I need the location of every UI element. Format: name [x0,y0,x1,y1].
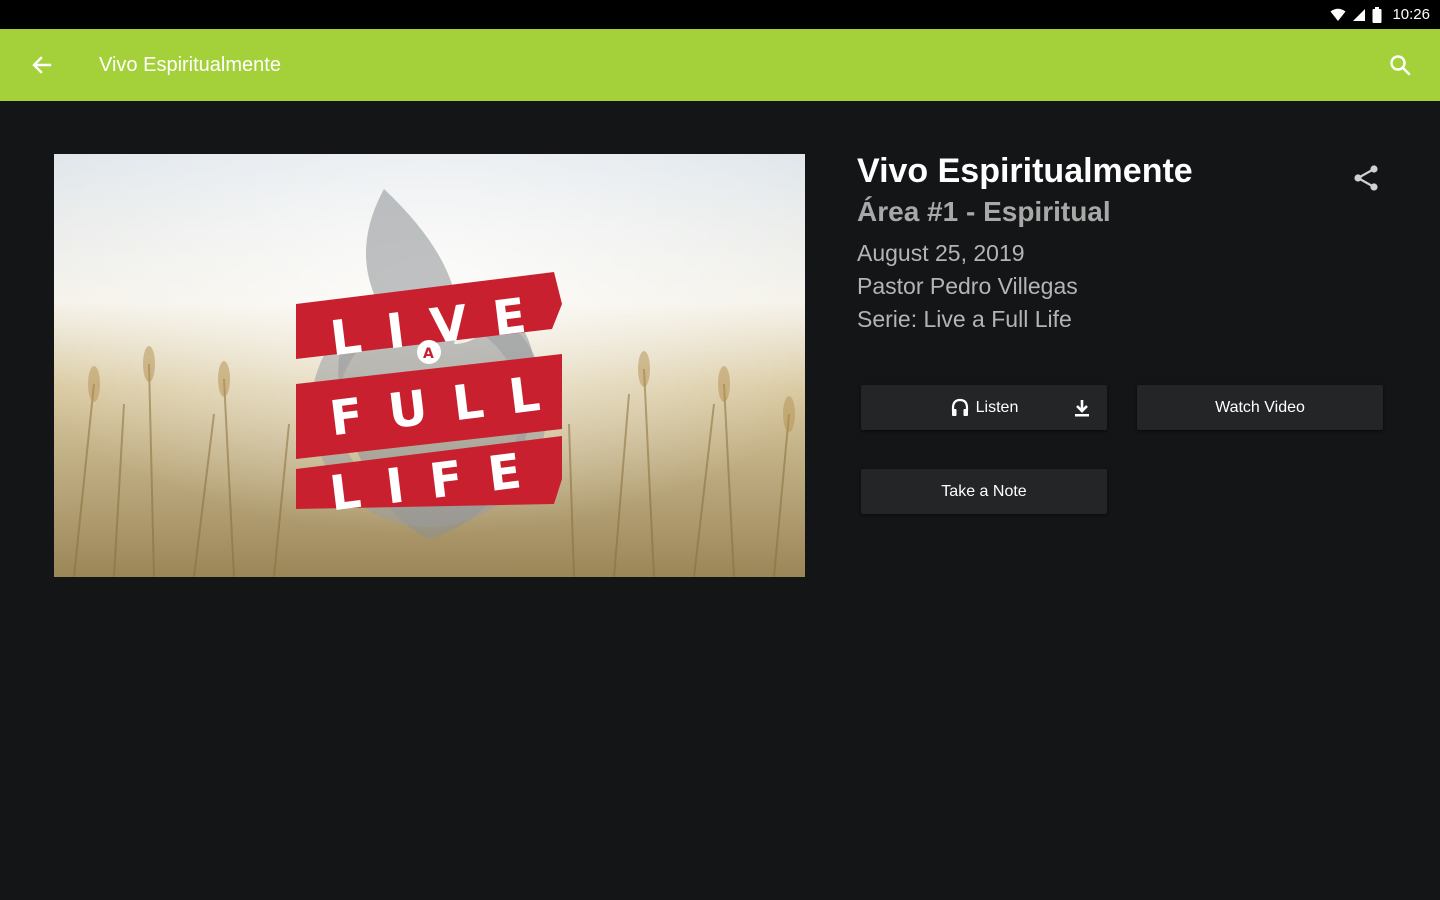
search-button[interactable] [1380,45,1420,85]
share-icon [1354,165,1378,191]
sermon-artwork: LIVE FULL LIFE A [54,154,805,577]
badge: A [417,340,441,364]
artwork-graphic: LIVE FULL LIFE A [54,154,805,577]
listen-label: Listen [975,398,1019,416]
sermon-title: Vivo Espiritualmente [857,152,1193,190]
back-button[interactable] [22,45,62,85]
sermon-series: Serie: Live a Full Life [857,306,1072,332]
watch-video-button[interactable]: Watch Video [1137,385,1383,430]
app-bar-title: Vivo Espiritualmente [99,54,281,76]
app-bar: Vivo Espiritualmente [0,29,1440,101]
share-button[interactable] [1345,157,1387,199]
wifi-icon [1330,8,1346,21]
arrow-back-icon [32,56,52,74]
sermon-subtitle: Área #1 - Espiritual [857,196,1111,227]
take-note-label: Take a Note [941,482,1027,500]
cell-signal-icon [1353,8,1366,21]
take-note-button[interactable]: Take a Note [861,469,1107,514]
listen-button[interactable]: Listen [861,385,1107,430]
search-icon [1390,55,1411,76]
sermon-info: Vivo Espiritualmente Área #1 - Espiritua… [857,151,1337,336]
status-time: 10:26 [1392,6,1430,23]
battery-icon [1372,6,1382,23]
watch-video-label: Watch Video [1215,398,1305,416]
sermon-date: August 25, 2019 [857,240,1025,266]
download-button[interactable] [1069,395,1095,421]
sermon-speaker: Pastor Pedro Villegas [857,273,1078,299]
svg-text:A: A [423,346,434,362]
download-icon [1075,400,1089,417]
status-bar: 10:26 [0,0,1440,29]
status-icons: 10:26 [1330,0,1430,29]
headphones-icon [951,398,968,416]
sermon-detail: LIVE FULL LIFE A Vivo Espiritualmente Ár… [0,101,1440,900]
